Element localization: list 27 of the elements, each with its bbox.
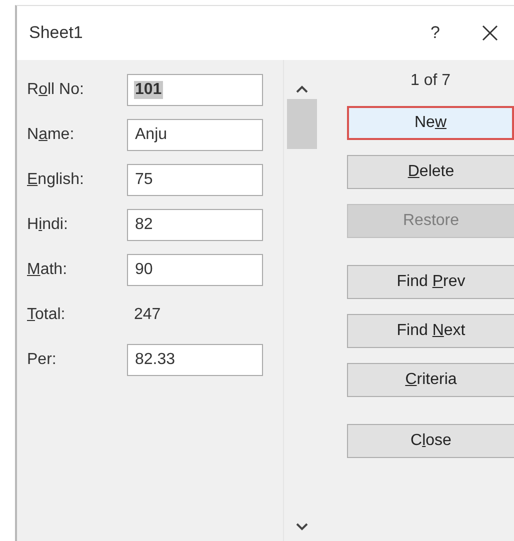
- form-button[interactable]: Criteria: [347, 363, 514, 397]
- form-button[interactable]: Delete: [347, 155, 514, 189]
- form-button[interactable]: New: [347, 106, 514, 140]
- close-icon[interactable]: [482, 25, 498, 41]
- field-label: Total:: [27, 306, 66, 324]
- field-label: Name:: [27, 126, 76, 144]
- input-field[interactable]: 75: [127, 164, 263, 196]
- form-button[interactable]: Find Next: [347, 314, 514, 348]
- field-label: Per:: [27, 351, 58, 369]
- field-label: English:: [27, 171, 85, 189]
- input-field[interactable]: 101: [127, 74, 263, 106]
- help-button[interactable]: ?: [430, 23, 440, 43]
- input-field[interactable]: Anju: [127, 119, 263, 151]
- field-label: Hindi:: [27, 216, 69, 234]
- scroll-down-icon[interactable]: [296, 523, 308, 531]
- input-field[interactable]: 82: [127, 209, 263, 241]
- window-title: Sheet1: [29, 23, 84, 43]
- form-button[interactable]: Close: [347, 424, 514, 458]
- field-label: Roll No:: [27, 81, 85, 99]
- form-button[interactable]: Find Prev: [347, 265, 514, 299]
- field-value: 247: [133, 306, 161, 324]
- field-label: Math:: [27, 261, 68, 279]
- input-field[interactable]: 90: [127, 254, 263, 286]
- scroll-up-icon[interactable]: [296, 85, 308, 93]
- input-field[interactable]: 82.33: [127, 344, 263, 376]
- record-counter: 1 of 7: [409, 72, 452, 91]
- scroll-thumb[interactable]: [287, 99, 317, 149]
